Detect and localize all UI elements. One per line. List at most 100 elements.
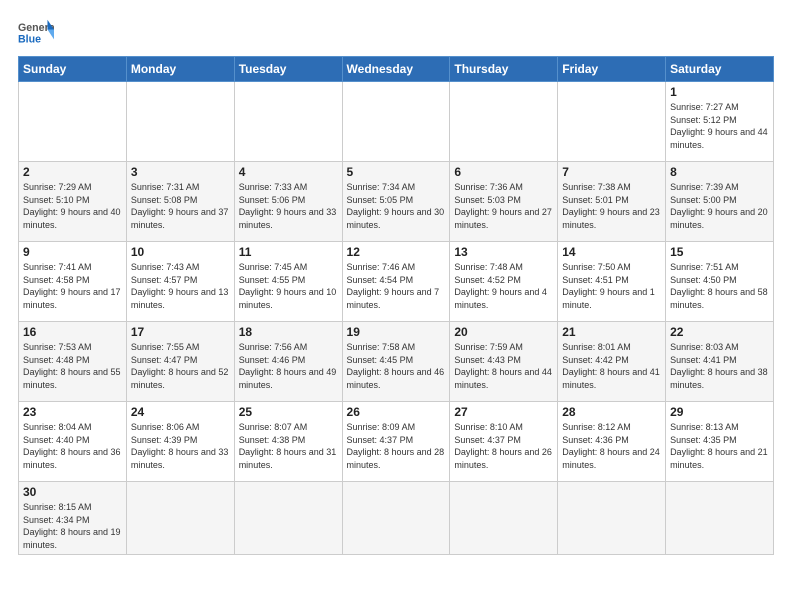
- day-number: 13: [454, 245, 553, 259]
- calendar-cell: 5 Sunrise: 7:34 AM Sunset: 5:05 PM Daylig…: [342, 162, 450, 242]
- calendar-cell: 24 Sunrise: 8:06 AM Sunset: 4:39 PM Dayli…: [126, 402, 234, 482]
- day-info: Sunrise: 7:46 AM Sunset: 4:54 PM Dayligh…: [347, 261, 446, 311]
- day-number: 29: [670, 405, 769, 419]
- day-number: 27: [454, 405, 553, 419]
- day-info: Sunrise: 8:15 AM Sunset: 4:34 PM Dayligh…: [23, 501, 122, 551]
- page: General Blue SundayMondayTuesdayWednesda…: [0, 0, 792, 612]
- calendar-cell: [666, 482, 774, 555]
- calendar-cell: 29Sunrise: 8:13 AM Sunset: 4:35 PM Dayli…: [666, 402, 774, 482]
- day-info: Sunrise: 8:07 AM Sunset: 4:38 PM Dayligh…: [239, 421, 338, 471]
- day-number: 21: [562, 325, 661, 339]
- calendar-cell: 16Sunrise: 7:53 AM Sunset: 4:48 PM Dayli…: [19, 322, 127, 402]
- calendar-cell: 14Sunrise: 7:50 AM Sunset: 4:51 PM Dayli…: [558, 242, 666, 322]
- calendar-cell: [342, 82, 450, 162]
- calendar-cell: 15 Sunrise: 7:51 AM Sunset: 4:50 PM Dayli…: [666, 242, 774, 322]
- calendar-cell: 23 Sunrise: 8:04 AM Sunset: 4:40 PM Dayli…: [19, 402, 127, 482]
- calendar-cell: 20Sunrise: 7:59 AM Sunset: 4:43 PM Dayli…: [450, 322, 558, 402]
- calendar-week-4: 16Sunrise: 7:53 AM Sunset: 4:48 PM Dayli…: [19, 322, 774, 402]
- calendar-cell: [126, 482, 234, 555]
- weekday-header-monday: Monday: [126, 57, 234, 82]
- day-number: 8: [670, 165, 769, 179]
- day-number: 10: [131, 245, 230, 259]
- day-info: Sunrise: 7:31 AM Sunset: 5:08 PM Dayligh…: [131, 181, 230, 231]
- weekday-header-tuesday: Tuesday: [234, 57, 342, 82]
- day-info: Sunrise: 7:33 AM Sunset: 5:06 PM Dayligh…: [239, 181, 338, 231]
- day-info: Sunrise: 7:48 AM Sunset: 4:52 PM Dayligh…: [454, 261, 553, 311]
- day-number: 15: [670, 245, 769, 259]
- day-number: 14: [562, 245, 661, 259]
- calendar-cell: 13 Sunrise: 7:48 AM Sunset: 4:52 PM Dayli…: [450, 242, 558, 322]
- calendar-cell: 11 Sunrise: 7:45 AM Sunset: 4:55 PM Dayli…: [234, 242, 342, 322]
- logo: General Blue: [18, 18, 54, 46]
- day-number: 12: [347, 245, 446, 259]
- day-info: Sunrise: 8:06 AM Sunset: 4:39 PM Dayligh…: [131, 421, 230, 471]
- calendar-cell: [558, 82, 666, 162]
- header: General Blue: [18, 18, 774, 46]
- weekday-header-saturday: Saturday: [666, 57, 774, 82]
- day-info: Sunrise: 7:39 AM Sunset: 5:00 PM Dayligh…: [670, 181, 769, 231]
- calendar-cell: [342, 482, 450, 555]
- day-number: 4: [239, 165, 338, 179]
- calendar-table: SundayMondayTuesdayWednesdayThursdayFrid…: [18, 56, 774, 555]
- day-number: 18: [239, 325, 338, 339]
- day-info: Sunrise: 8:01 AM Sunset: 4:42 PM Dayligh…: [562, 341, 661, 391]
- day-number: 6: [454, 165, 553, 179]
- day-number: 17: [131, 325, 230, 339]
- calendar-cell: 28Sunrise: 8:12 AM Sunset: 4:36 PM Dayli…: [558, 402, 666, 482]
- calendar-week-6: 30 Sunrise: 8:15 AM Sunset: 4:34 PM Dayli…: [19, 482, 774, 555]
- day-info: Sunrise: 7:51 AM Sunset: 4:50 PM Dayligh…: [670, 261, 769, 311]
- weekday-header-wednesday: Wednesday: [342, 57, 450, 82]
- calendar-cell: 2 Sunrise: 7:29 AM Sunset: 5:10 PM Daylig…: [19, 162, 127, 242]
- calendar-cell: 26 Sunrise: 8:09 AM Sunset: 4:37 PM Dayli…: [342, 402, 450, 482]
- calendar-cell: 9Sunrise: 7:41 AM Sunset: 4:58 PM Daylig…: [19, 242, 127, 322]
- day-info: Sunrise: 7:55 AM Sunset: 4:47 PM Dayligh…: [131, 341, 230, 391]
- calendar-cell: 10 Sunrise: 7:43 AM Sunset: 4:57 PM Dayli…: [126, 242, 234, 322]
- day-info: Sunrise: 7:45 AM Sunset: 4:55 PM Dayligh…: [239, 261, 338, 311]
- calendar-week-2: 2 Sunrise: 7:29 AM Sunset: 5:10 PM Daylig…: [19, 162, 774, 242]
- day-number: 11: [239, 245, 338, 259]
- day-info: Sunrise: 7:41 AM Sunset: 4:58 PM Dayligh…: [23, 261, 122, 311]
- weekday-header-row: SundayMondayTuesdayWednesdayThursdayFrid…: [19, 57, 774, 82]
- calendar-cell: 27 Sunrise: 8:10 AM Sunset: 4:37 PM Dayli…: [450, 402, 558, 482]
- day-info: Sunrise: 8:04 AM Sunset: 4:40 PM Dayligh…: [23, 421, 122, 471]
- day-info: Sunrise: 7:38 AM Sunset: 5:01 PM Dayligh…: [562, 181, 661, 231]
- day-info: Sunrise: 8:03 AM Sunset: 4:41 PM Dayligh…: [670, 341, 769, 391]
- day-number: 16: [23, 325, 122, 339]
- calendar-cell: 3 Sunrise: 7:31 AM Sunset: 5:08 PM Daylig…: [126, 162, 234, 242]
- day-number: 1: [670, 85, 769, 99]
- calendar-cell: [558, 482, 666, 555]
- day-number: 30: [23, 485, 122, 499]
- calendar-cell: 22Sunrise: 8:03 AM Sunset: 4:41 PM Dayli…: [666, 322, 774, 402]
- calendar-week-1: 1Sunrise: 7:27 AM Sunset: 5:12 PM Daylig…: [19, 82, 774, 162]
- day-number: 2: [23, 165, 122, 179]
- day-info: Sunrise: 8:09 AM Sunset: 4:37 PM Dayligh…: [347, 421, 446, 471]
- day-number: 26: [347, 405, 446, 419]
- day-info: Sunrise: 7:34 AM Sunset: 5:05 PM Dayligh…: [347, 181, 446, 231]
- calendar-cell: 4 Sunrise: 7:33 AM Sunset: 5:06 PM Daylig…: [234, 162, 342, 242]
- day-number: 5: [347, 165, 446, 179]
- calendar-cell: 1Sunrise: 7:27 AM Sunset: 5:12 PM Daylig…: [666, 82, 774, 162]
- day-info: Sunrise: 7:59 AM Sunset: 4:43 PM Dayligh…: [454, 341, 553, 391]
- day-info: Sunrise: 7:29 AM Sunset: 5:10 PM Dayligh…: [23, 181, 122, 231]
- day-info: Sunrise: 8:10 AM Sunset: 4:37 PM Dayligh…: [454, 421, 553, 471]
- day-info: Sunrise: 7:56 AM Sunset: 4:46 PM Dayligh…: [239, 341, 338, 391]
- calendar-week-5: 23 Sunrise: 8:04 AM Sunset: 4:40 PM Dayli…: [19, 402, 774, 482]
- day-number: 24: [131, 405, 230, 419]
- day-number: 3: [131, 165, 230, 179]
- calendar-cell: 30 Sunrise: 8:15 AM Sunset: 4:34 PM Dayli…: [19, 482, 127, 555]
- calendar-week-3: 9Sunrise: 7:41 AM Sunset: 4:58 PM Daylig…: [19, 242, 774, 322]
- day-info: Sunrise: 7:36 AM Sunset: 5:03 PM Dayligh…: [454, 181, 553, 231]
- generalblue-icon: General Blue: [18, 18, 54, 46]
- day-info: Sunrise: 7:43 AM Sunset: 4:57 PM Dayligh…: [131, 261, 230, 311]
- calendar-cell: [19, 82, 127, 162]
- day-number: 23: [23, 405, 122, 419]
- day-info: Sunrise: 8:12 AM Sunset: 4:36 PM Dayligh…: [562, 421, 661, 471]
- calendar-cell: 17 Sunrise: 7:55 AM Sunset: 4:47 PM Dayli…: [126, 322, 234, 402]
- calendar-body: 1Sunrise: 7:27 AM Sunset: 5:12 PM Daylig…: [19, 82, 774, 555]
- weekday-header-sunday: Sunday: [19, 57, 127, 82]
- day-number: 7: [562, 165, 661, 179]
- weekday-header-friday: Friday: [558, 57, 666, 82]
- calendar-cell: [234, 482, 342, 555]
- calendar-header: SundayMondayTuesdayWednesdayThursdayFrid…: [19, 57, 774, 82]
- calendar-cell: 6 Sunrise: 7:36 AM Sunset: 5:03 PM Daylig…: [450, 162, 558, 242]
